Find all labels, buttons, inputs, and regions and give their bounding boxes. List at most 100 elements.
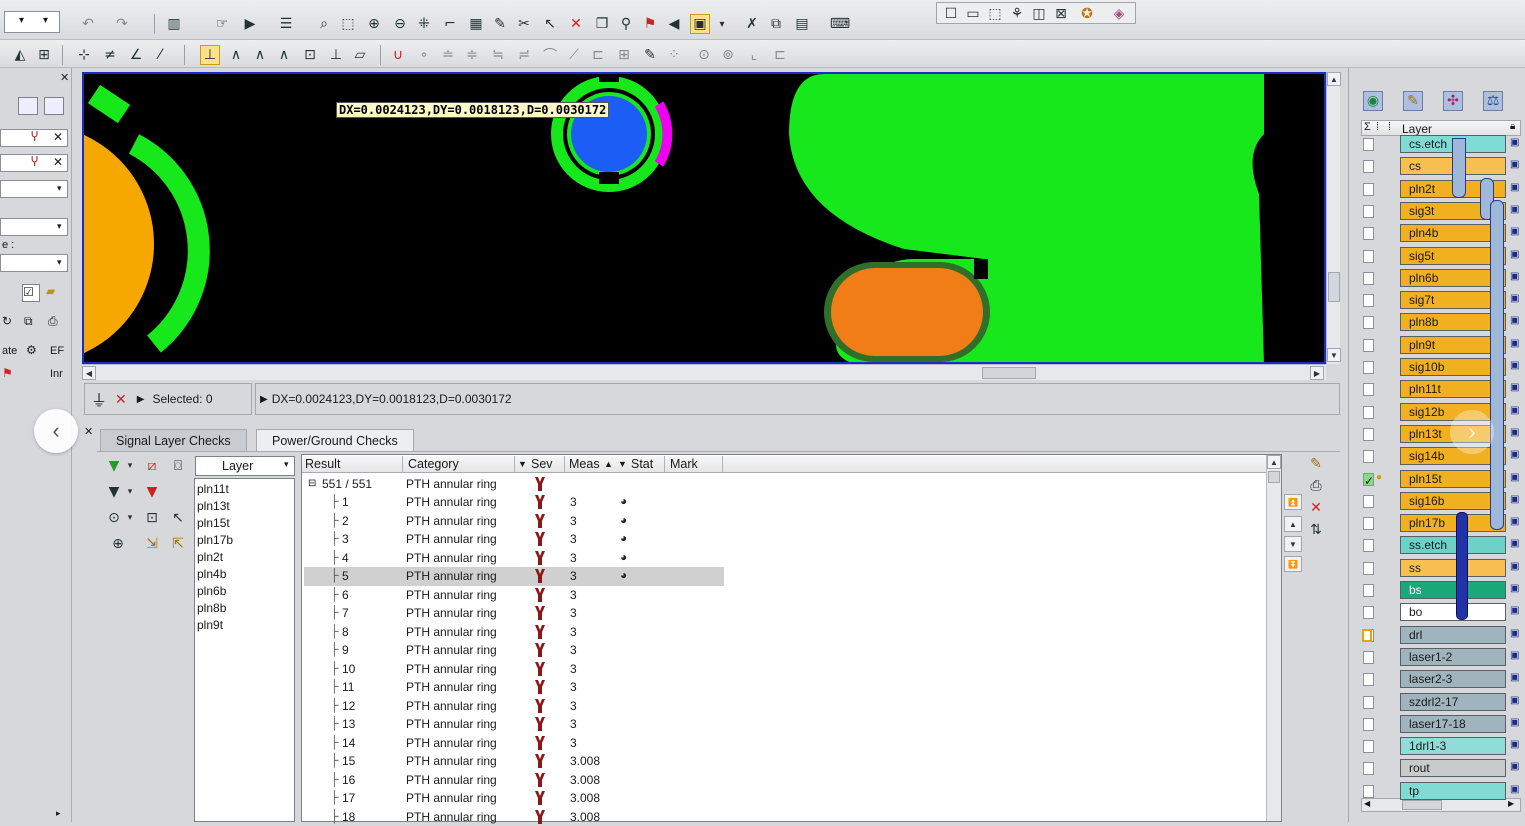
layer-checkbox[interactable] (1363, 428, 1374, 441)
lock-icon[interactable]: ▣ (1510, 315, 1519, 326)
lock-icon[interactable]: ▣ (1510, 538, 1519, 549)
lock-icon[interactable]: ▣ (1510, 494, 1519, 505)
layer-name[interactable]: tp (1400, 782, 1506, 800)
report-icon[interactable]: ⎙ (1306, 476, 1326, 496)
draw-icon[interactable]: ✎ (490, 14, 510, 34)
layer-checkbox[interactable] (1363, 160, 1374, 173)
scroll-left-icon[interactable]: ◀ (82, 366, 96, 380)
zoom-icon[interactable]: ⌕ (314, 14, 334, 34)
layer-checkbox[interactable] (1363, 272, 1374, 285)
dropdown[interactable]: ▾ (0, 254, 68, 272)
select-box-icon[interactable]: ⊡ (142, 508, 162, 528)
tab-signal-layer-checks[interactable]: Signal Layer Checks (100, 429, 247, 451)
table-row[interactable]: ├13PTH annular ring3 (304, 715, 724, 734)
layer-name[interactable]: laser1-2 (1400, 648, 1506, 666)
snap-pen-icon[interactable]: ✎ (640, 45, 660, 65)
window-icon[interactable]: ☐ (941, 4, 961, 24)
zoom-area-icon[interactable]: ⬚ (338, 14, 358, 34)
layer-checkbox[interactable] (1363, 183, 1374, 196)
check-icon[interactable]: ☑ (22, 284, 40, 302)
filter-small-icon[interactable]: ▼ (618, 459, 627, 469)
lock-icon[interactable]: ▣ (1510, 784, 1519, 795)
tab-power-ground-checks[interactable]: Power/Ground Checks (256, 429, 414, 451)
arc-c-icon[interactable]: ∧ (274, 45, 294, 65)
graph-icon[interactable]: ⧄ (142, 456, 162, 476)
layer-name[interactable]: ss.etch (1400, 536, 1506, 554)
snap-mid-icon[interactable]: ≑ (462, 45, 482, 65)
filter-icon[interactable]: ⏚ (91, 387, 107, 411)
layer-filter-item[interactable]: pln4b (195, 566, 294, 583)
layer-row[interactable]: cs▣ (1360, 156, 1520, 177)
pointer-icon[interactable]: ☞ (212, 14, 232, 34)
layer-row[interactable]: bs▣ (1360, 580, 1520, 601)
tag-icon[interactable]: ◈ (1109, 4, 1129, 24)
edit-layers-icon[interactable]: ✎ (1403, 91, 1423, 111)
col-mark[interactable]: Mark (670, 457, 698, 471)
layer-filter-item[interactable]: pln17b (195, 532, 294, 549)
lock-icon[interactable]: ▣ (1510, 137, 1519, 148)
snap-rect-icon[interactable]: ⊏ (770, 45, 790, 65)
snap-grid-icon[interactable]: ⊞ (614, 45, 634, 65)
layer-filter-item[interactable]: pln15t (195, 515, 294, 532)
layer-checkbox[interactable] (1363, 762, 1374, 775)
scroll-down-icon[interactable]: ▼ (1327, 348, 1341, 362)
layer-filter-item[interactable]: pln9t (195, 617, 294, 634)
gear-icon[interactable]: ⚙ (26, 343, 37, 357)
layout-icon[interactable]: ▥ (164, 14, 184, 34)
filter-row[interactable]: Ⴤ✕ (0, 154, 68, 172)
lock-icon[interactable]: ▣ (1510, 472, 1519, 483)
refresh-icon[interactable]: ↻ (2, 314, 12, 328)
dropdown[interactable]: ▾ (0, 218, 68, 236)
list-icon[interactable]: ☰ (276, 14, 296, 34)
layer-name[interactable]: bs (1400, 581, 1506, 599)
magnet-icon[interactable]: ∪ (388, 45, 408, 65)
layer-checkbox[interactable] (1363, 361, 1374, 374)
layer-name[interactable]: laser2-3 (1400, 670, 1506, 688)
box-point-icon[interactable]: ⊡ (300, 45, 320, 65)
matrix-icon[interactable]: ▦ (466, 14, 486, 34)
layer-row[interactable]: rout▣ (1360, 758, 1520, 779)
table-row[interactable]: ├17PTH annular ring3.008 (304, 789, 724, 808)
filter-red-icon[interactable]: ▼ (142, 482, 162, 502)
snap-arc-icon[interactable]: ⌒ (540, 45, 560, 65)
clipboard-icon[interactable]: ▤ (792, 14, 812, 34)
layer-name[interactable]: 1drl1-3 (1400, 737, 1506, 755)
layer-row[interactable]: laser2-3 ▣ (1360, 669, 1520, 690)
layer-checkbox[interactable] (1363, 250, 1374, 263)
box-base-icon[interactable]: ⊥ (326, 45, 346, 65)
view-mode-icon[interactable]: ▣ (690, 14, 710, 34)
layer-row[interactable]: drl ▣ (1360, 625, 1520, 646)
undo-icon[interactable]: ↶ (78, 14, 98, 34)
lock-icon[interactable]: ▣ (1510, 672, 1519, 683)
lock-icon[interactable]: ▣ (1510, 338, 1519, 349)
layer-row[interactable]: laser1-2▣ (1360, 647, 1520, 668)
snap-icon[interactable]: ⊹ (74, 45, 94, 65)
layer-filter-item[interactable]: pln8b (195, 600, 294, 617)
camera-icon[interactable]: ⌼ (168, 456, 188, 476)
layer-checkbox[interactable] (1363, 517, 1374, 530)
lock-icon[interactable]: ▣ (1510, 695, 1519, 706)
layer-row[interactable]: ss.etch ▣ (1360, 535, 1520, 556)
snap-box-icon[interactable]: ⊏ (588, 45, 608, 65)
canvas-vscroll[interactable]: ▲ ▼ (1326, 72, 1340, 364)
lock-icon[interactable]: ▣ (1510, 561, 1519, 572)
table-row[interactable]: ├6PTH annular ring3 (304, 586, 724, 605)
slope-icon[interactable]: ⁄ (150, 45, 170, 65)
snap-lines-icon[interactable]: ≐ (438, 45, 458, 65)
grid-icon[interactable]: ⁜ (414, 14, 434, 34)
scroll-thumb[interactable] (1328, 272, 1340, 302)
cursor-icon[interactable]: ↖ (540, 14, 560, 34)
scroll-up-icon[interactable]: ▲ (1267, 455, 1281, 469)
chevron-right-icon[interactable]: ▸ (56, 808, 61, 819)
anchor-icon[interactable]: ⊥ (200, 45, 220, 65)
lock-icon[interactable]: ▣ (1510, 382, 1519, 393)
snap-dots-icon[interactable]: ⁘ (664, 45, 684, 65)
lock-icon[interactable]: ▣ (1510, 628, 1519, 639)
table-row[interactable]: ├12PTH annular ring3 (304, 697, 724, 716)
layer-checkbox[interactable] (1363, 294, 1374, 307)
layer-name[interactable]: drl (1400, 626, 1506, 644)
lock-icon[interactable]: ▣ (1510, 159, 1519, 170)
layer-name[interactable]: bo (1400, 603, 1506, 621)
layer-checkbox[interactable] (1363, 339, 1374, 352)
network-icon[interactable]: ✣ (1443, 91, 1463, 111)
